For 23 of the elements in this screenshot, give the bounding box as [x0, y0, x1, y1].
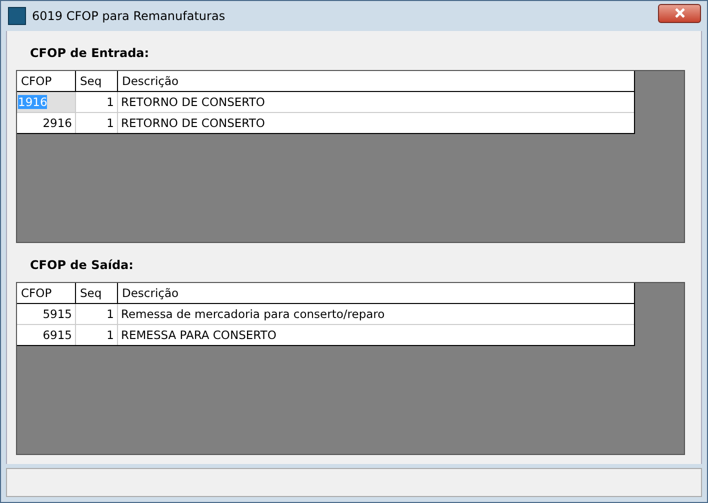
column-header[interactable]: Descrição [118, 283, 634, 303]
window-title: 6019 CFOP para Remanufaturas [32, 9, 226, 23]
column-header[interactable]: Descrição [118, 71, 634, 91]
table-cell[interactable]: RETORNO DE CONSERTO [118, 113, 634, 133]
table-cell[interactable]: 1 [76, 325, 118, 345]
column-header[interactable]: Seq [76, 71, 118, 91]
table-cell[interactable]: 5915 [17, 304, 76, 324]
table-cell[interactable]: 1 [76, 92, 118, 112]
table-cell[interactable]: Remessa de mercadoria para conserto/reparo [118, 304, 634, 324]
table-cell[interactable]: 1 [76, 304, 118, 324]
table-cell[interactable]: REMESSA PARA CONSERTO [118, 325, 634, 345]
close-icon [674, 8, 686, 18]
section-label: CFOP de Saída: [30, 257, 134, 274]
column-header[interactable]: Seq [76, 283, 118, 303]
column-header[interactable]: CFOP [17, 71, 76, 91]
table-cell[interactable]: RETORNO DE CONSERTO [118, 92, 634, 112]
app-icon [8, 7, 26, 25]
column-header[interactable]: CFOP [17, 283, 76, 303]
close-button[interactable] [658, 4, 701, 22]
section-label: CFOP de Entrada: [30, 45, 150, 62]
table-cell[interactable]: 6915 [17, 325, 76, 345]
table-cell[interactable]: 1 [76, 113, 118, 133]
table-cell[interactable]: 2916 [17, 113, 76, 133]
